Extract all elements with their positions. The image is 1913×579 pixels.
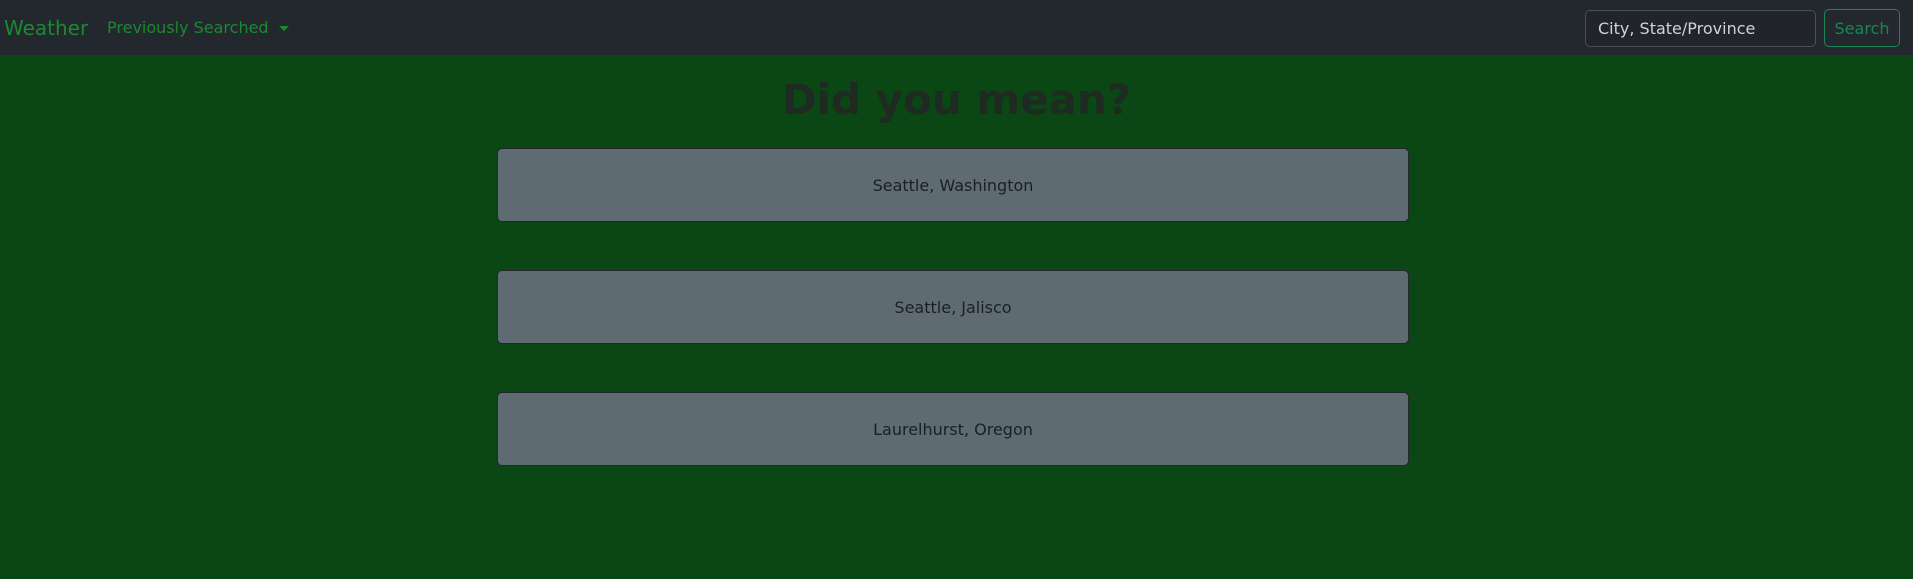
suggestion-button[interactable]: Seattle, Washington bbox=[497, 148, 1409, 222]
suggestion-button[interactable]: Seattle, Jalisco bbox=[497, 270, 1409, 344]
search-button[interactable]: Search bbox=[1824, 9, 1900, 47]
search-input[interactable] bbox=[1585, 10, 1816, 47]
previously-searched-label: Previously Searched bbox=[107, 18, 269, 37]
top-navbar: Weather Previously Searched Search bbox=[0, 0, 1913, 55]
chevron-down-icon bbox=[278, 25, 289, 31]
brand-link[interactable]: Weather bbox=[4, 15, 88, 41]
page-title: Did you mean? bbox=[781, 75, 1132, 124]
previously-searched-dropdown[interactable]: Previously Searched bbox=[107, 18, 289, 38]
suggestion-button[interactable]: Laurelhurst, Oregon bbox=[497, 392, 1409, 466]
